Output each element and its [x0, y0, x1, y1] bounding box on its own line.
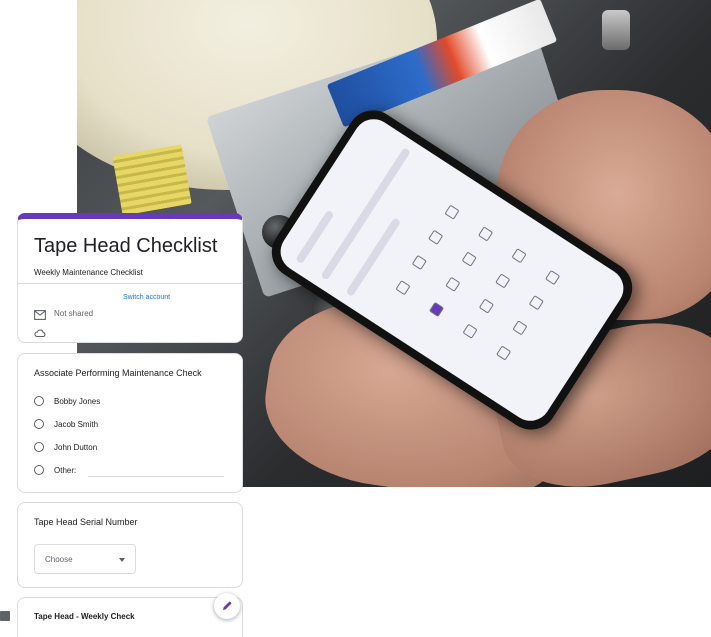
- radio-button[interactable]: [34, 442, 44, 452]
- phone-checkbox: [445, 276, 461, 292]
- header-divider: [18, 283, 242, 284]
- phone-checkbox: [444, 204, 460, 220]
- phone-checkbox: [495, 273, 511, 289]
- section-card-weekly-check: Tape Head - Weekly Check: [17, 597, 243, 637]
- radio-option-other[interactable]: Other:: [34, 465, 76, 475]
- caret-down-icon: [119, 558, 125, 562]
- phone-checkbox: [462, 323, 478, 339]
- radio-button[interactable]: [34, 419, 44, 429]
- radio-button[interactable]: [34, 396, 44, 406]
- yellow-sticker: [112, 144, 192, 216]
- radio-button[interactable]: [34, 465, 44, 475]
- question-title: Tape Head Serial Number: [34, 517, 138, 527]
- phone-checkbox: [545, 269, 561, 286]
- feedback-icon[interactable]: [0, 611, 10, 621]
- switch-account-link[interactable]: Switch account: [123, 294, 170, 301]
- phone-checkbox: [512, 320, 528, 336]
- phone-checkbox: [528, 295, 544, 311]
- not-shared-label: Not shared: [54, 309, 94, 318]
- question-card-serial: Tape Head Serial Number Choose: [17, 502, 243, 588]
- mail-not-shared-icon: [34, 310, 46, 320]
- cloud-icon: [34, 329, 46, 338]
- phone-checkbox: [411, 254, 427, 271]
- question-card-associate: Associate Performing Maintenance Check B…: [17, 353, 243, 493]
- radio-option-jacob-smith[interactable]: Jacob Smith: [34, 419, 98, 429]
- option-label: Jacob Smith: [54, 419, 99, 429]
- phone-checkbox: [428, 229, 444, 245]
- radio-option-bobby-jones[interactable]: Bobby Jones: [34, 396, 100, 406]
- section-title: Tape Head - Weekly Check: [34, 612, 135, 621]
- serial-number-dropdown[interactable]: Choose: [34, 544, 136, 574]
- radio-option-john-dutton[interactable]: John Dutton: [34, 442, 97, 452]
- form-header-card: Tape Head Checklist Weekly Maintenance C…: [17, 213, 243, 343]
- phone-checkbox: [395, 280, 411, 296]
- phone-checkbox: [496, 345, 512, 361]
- phone-checkbox: [428, 301, 445, 318]
- phone-checkbox: [511, 248, 527, 264]
- edit-response-button[interactable]: [214, 593, 240, 619]
- question-title: Associate Performing Maintenance Check: [34, 368, 202, 378]
- pencil-icon: [223, 601, 232, 610]
- form-panel: Tape Head Checklist Weekly Maintenance C…: [17, 213, 243, 637]
- option-label: Other:: [54, 465, 77, 475]
- form-description: Weekly Maintenance Checklist: [34, 268, 143, 277]
- machine-post: [602, 10, 630, 50]
- other-text-input[interactable]: [88, 476, 224, 477]
- option-label: Bobby Jones: [54, 396, 101, 406]
- phone-checkbox: [478, 298, 495, 314]
- option-label: John Dutton: [54, 442, 98, 452]
- phone-checkbox: [477, 226, 494, 242]
- form-title: Tape Head Checklist: [34, 235, 218, 257]
- phone-checkbox: [461, 251, 477, 267]
- dropdown-value: Choose: [45, 555, 73, 564]
- phone-screen-line: [295, 209, 335, 265]
